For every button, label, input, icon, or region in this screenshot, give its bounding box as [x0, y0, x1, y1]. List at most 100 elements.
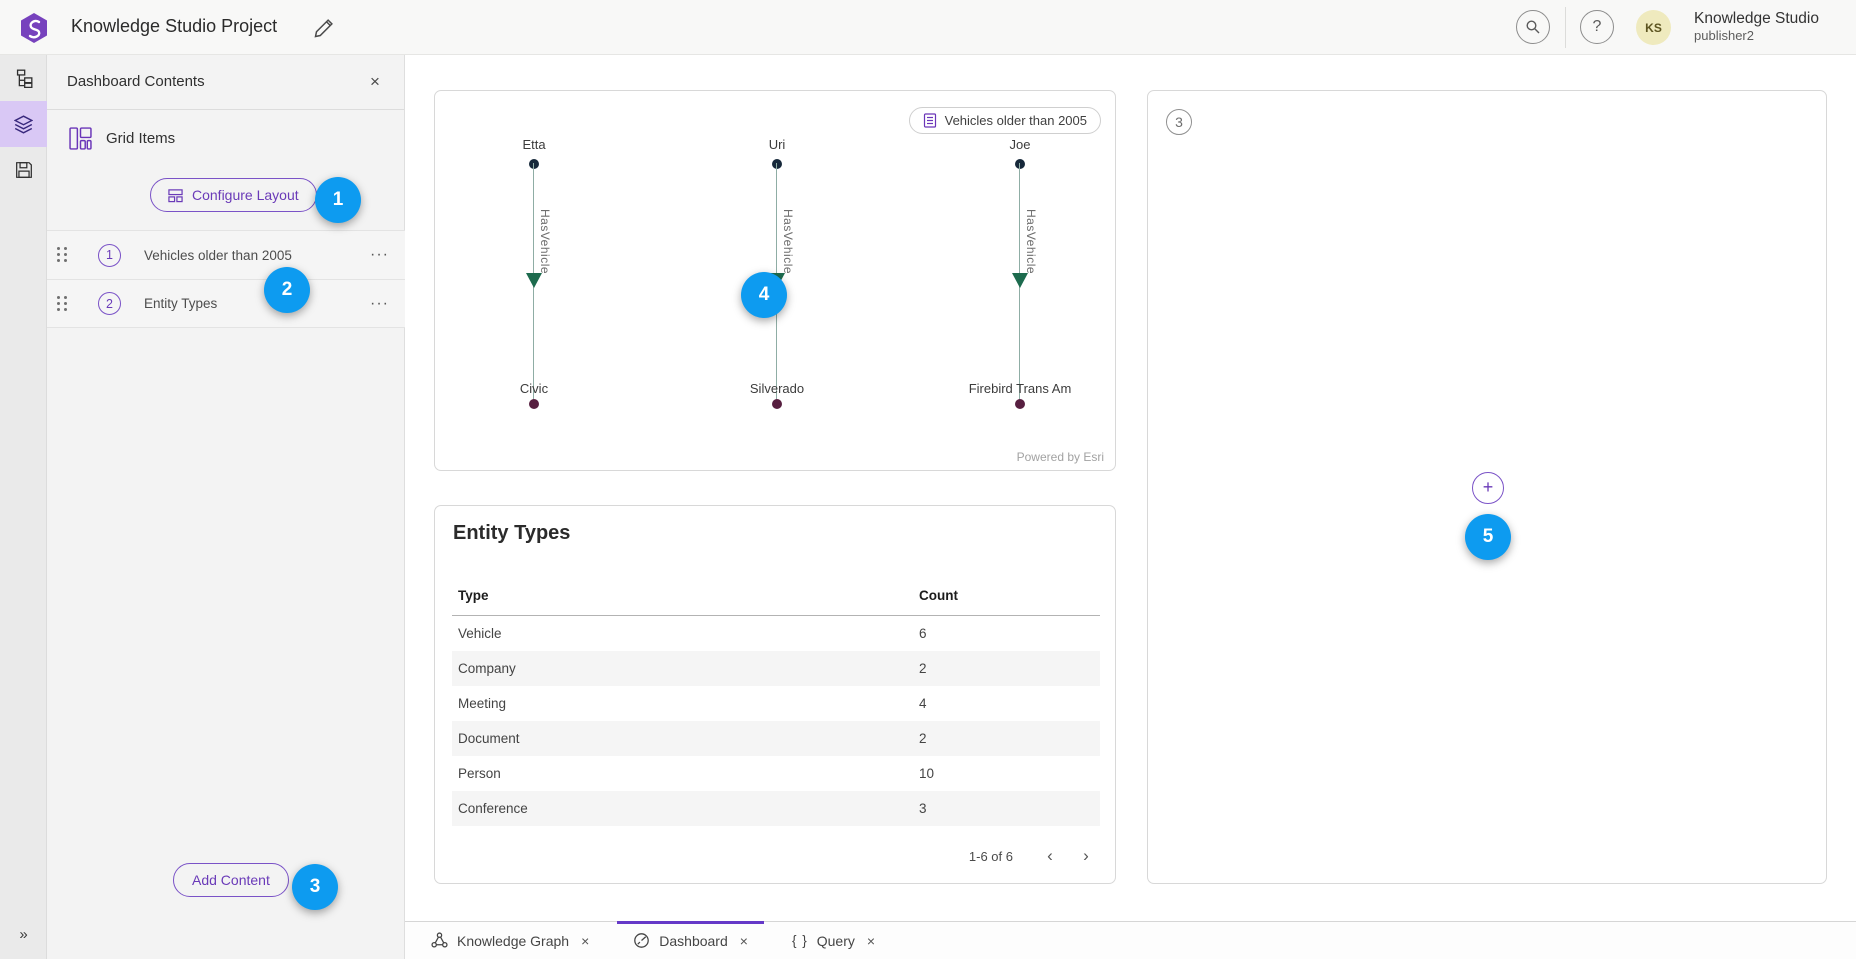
close-icon: × — [740, 933, 748, 949]
cell-type: Vehicle — [452, 626, 919, 641]
search-button[interactable] — [1516, 10, 1550, 44]
plus-icon: + — [1483, 477, 1494, 498]
table-row[interactable]: Company 2 — [452, 651, 1100, 686]
save-icon — [15, 161, 33, 179]
cell-type: Person — [452, 766, 919, 781]
graph-node[interactable] — [772, 399, 782, 409]
header-divider — [1565, 7, 1566, 48]
table-header-row: Type Count — [452, 576, 1100, 616]
user-name: Knowledge Studio — [1694, 9, 1819, 28]
tab-label: Query — [817, 933, 855, 949]
graph-column: Etta HasVehicle Civic — [464, 91, 604, 472]
table-row[interactable]: Conference 3 — [452, 791, 1100, 826]
card-title: Entity Types — [453, 522, 570, 545]
step-badge-2: 2 — [264, 267, 310, 313]
project-title: Knowledge Studio Project — [71, 16, 277, 37]
cell-type: Meeting — [452, 696, 919, 711]
pencil-icon — [314, 18, 340, 38]
graph-node[interactable] — [1015, 159, 1025, 169]
configure-layout-button[interactable]: Configure Layout — [150, 178, 317, 212]
graph-edge-label: HasVehicle — [781, 209, 795, 274]
close-panel-button[interactable]: × — [360, 67, 390, 97]
user-info[interactable]: Knowledge Studio publisher2 — [1694, 9, 1819, 45]
graph-node[interactable] — [529, 159, 539, 169]
graph-node-label[interactable]: Etta — [434, 137, 634, 152]
close-tab-button[interactable]: × — [581, 933, 589, 949]
graph-node-label[interactable]: Joe — [920, 137, 1120, 152]
help-button[interactable]: ? — [1580, 10, 1614, 44]
graph-edge-label: HasVehicle — [538, 209, 552, 274]
step-badge-5: 5 — [1465, 514, 1511, 560]
close-tab-button[interactable]: × — [740, 933, 748, 949]
user-avatar[interactable]: KS — [1636, 10, 1671, 45]
close-tab-button[interactable]: × — [867, 933, 875, 949]
add-content-button[interactable]: Add Content — [173, 863, 289, 897]
item-options-button[interactable]: ··· — [370, 246, 389, 264]
graph-column: Joe HasVehicle Firebird Trans Am — [950, 91, 1090, 472]
grid-items-section: Grid Items — [47, 110, 404, 166]
item-label: Vehicles older than 2005 — [144, 248, 370, 263]
table-row[interactable]: Vehicle 6 — [452, 616, 1100, 651]
dashboard-gauge-icon — [633, 932, 650, 949]
entity-types-card[interactable]: Entity Types Type Count Vehicle 6 Compan… — [434, 505, 1116, 884]
close-icon: × — [867, 933, 875, 949]
cell-count: 10 — [919, 766, 1100, 781]
close-icon: × — [370, 72, 380, 91]
layers-icon — [14, 115, 33, 134]
add-widget-button[interactable]: + — [1472, 472, 1504, 504]
tab-label: Dashboard — [659, 933, 728, 949]
cell-count: 2 — [919, 661, 1100, 676]
app-header: Knowledge Studio Project ? KS Knowledge … — [0, 0, 1856, 55]
graph-node[interactable] — [529, 399, 539, 409]
chevron-left-icon: ‹ — [1047, 846, 1053, 865]
cell-count: 2 — [919, 731, 1100, 746]
item-number-badge: 2 — [98, 292, 121, 315]
rail-item-dashboard-contents[interactable] — [0, 101, 47, 147]
graph-node[interactable] — [772, 159, 782, 169]
step-badge-4: 4 — [741, 272, 787, 318]
previous-page-button[interactable]: ‹ — [1037, 843, 1063, 869]
edit-title-button[interactable] — [314, 15, 340, 41]
graph-edge-label: HasVehicle — [1024, 209, 1038, 274]
chevron-right-icon: › — [1083, 846, 1089, 865]
empty-grid-slot-card[interactable]: 3 + — [1147, 90, 1827, 884]
esri-attribution: Powered by Esri — [1017, 450, 1104, 464]
graph-node[interactable] — [1015, 399, 1025, 409]
left-rail: » — [0, 55, 47, 959]
search-icon — [1525, 19, 1541, 35]
help-icon: ? — [1593, 18, 1602, 36]
dashboard-canvas: Vehicles older than 2005 Etta HasVehicle… — [405, 55, 1856, 921]
grid-item-row[interactable]: 1 Vehicles older than 2005 ··· — [47, 230, 405, 279]
expand-rail-button[interactable]: » — [0, 919, 47, 949]
drag-handle-icon[interactable] — [56, 246, 70, 264]
app-root: Knowledge Studio Project ? KS Knowledge … — [0, 0, 1856, 959]
table-row[interactable]: Document 2 — [452, 721, 1100, 756]
table-pagination: 1-6 of 6 ‹ › — [969, 843, 1099, 869]
tab-dashboard[interactable]: Dashboard × — [617, 922, 764, 959]
item-options-button[interactable]: ··· — [370, 295, 389, 313]
cell-type: Conference — [452, 801, 919, 816]
layout-icon — [168, 188, 183, 203]
rail-item-data-model[interactable] — [0, 55, 47, 101]
graph-node-label[interactable]: Uri — [677, 137, 877, 152]
table-row[interactable]: Meeting 4 — [452, 686, 1100, 721]
tab-label: Knowledge Graph — [457, 933, 569, 949]
grid-item-row[interactable]: 2 Entity Types ··· — [47, 279, 405, 328]
tab-knowledge-graph[interactable]: Knowledge Graph × — [415, 922, 605, 959]
graph-node-label[interactable]: Firebird Trans Am — [920, 381, 1120, 396]
table-row[interactable]: Person 10 — [452, 756, 1100, 791]
step-badge-3: 3 — [292, 864, 338, 910]
slot-number-badge: 3 — [1166, 109, 1192, 135]
ellipsis-icon: ··· — [370, 246, 389, 263]
rail-item-save[interactable] — [0, 147, 47, 193]
cell-type: Document — [452, 731, 919, 746]
next-page-button[interactable]: › — [1073, 843, 1099, 869]
column-header-type: Type — [452, 588, 919, 603]
item-label: Entity Types — [144, 296, 370, 311]
edge-arrow-icon — [1012, 273, 1028, 288]
graph-node-label[interactable]: Silverado — [677, 381, 877, 396]
drag-handle-icon[interactable] — [56, 295, 70, 313]
tab-query[interactable]: { } Query × — [776, 922, 891, 959]
graph-node-label[interactable]: Civic — [434, 381, 634, 396]
edge-arrow-icon — [526, 273, 542, 288]
